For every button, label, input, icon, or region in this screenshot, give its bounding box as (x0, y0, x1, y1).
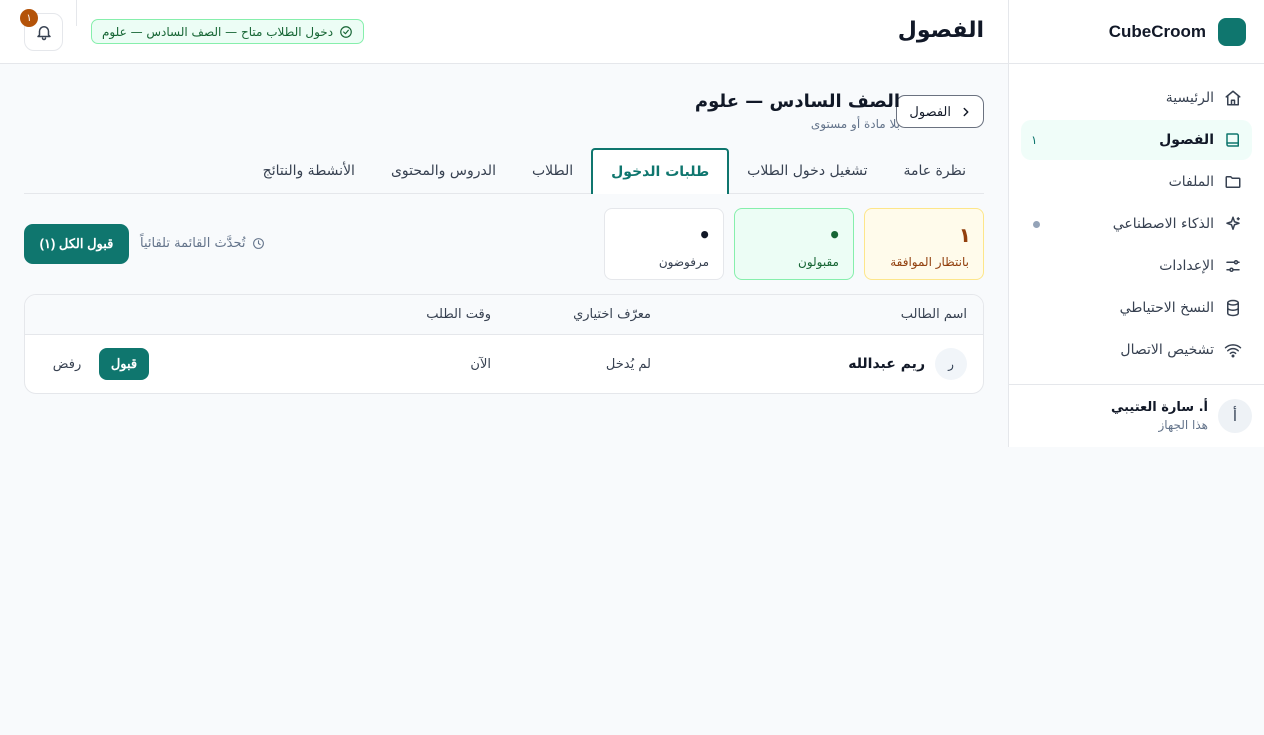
stat-card-rejected: • مرفوضون (604, 208, 724, 280)
column-header-id: معرّف اختياري (573, 307, 651, 322)
table-row: ر ريم عبدالله لم يُدخل الآن قبول رفض (25, 335, 983, 393)
sidebar-item-label: النسخ الاحتياطي (1119, 300, 1214, 316)
student-id: لم يُدخل (605, 356, 651, 372)
wifi-icon (1224, 344, 1242, 358)
stat-value: • (828, 223, 841, 247)
sidebar-item-ai[interactable]: الذكاء الاصطناعي (1021, 204, 1252, 244)
tab-overview[interactable]: نظرة عامة (885, 148, 984, 194)
user-profile[interactable]: أ أ. سارة العتيبي هذا الجهاز (1009, 384, 1264, 447)
stat-card-accepted: • مقبولون (734, 208, 854, 280)
accept-button[interactable]: قبول (99, 348, 149, 380)
sidebar-item-label: الرئيسية (1165, 90, 1214, 106)
sidebar-header: CubeCroom (1009, 0, 1264, 64)
main-content: الفصول الصف السادس — علوم بلا مادة أو مس… (0, 64, 1008, 735)
class-subtitle: بلا مادة أو مستوى (810, 117, 900, 131)
page-title: الفصول (897, 18, 984, 43)
sidebar-item-label: الذكاء الاصطناعي (1112, 216, 1214, 232)
stat-card-pending: ١ بانتظار الموافقة (864, 208, 984, 280)
sidebar-item-settings[interactable]: الإعدادات (1021, 246, 1252, 286)
sidebar-nav: الرئيسية الفصول ١ الملفات الذكاء الاصطنا… (1009, 64, 1264, 370)
sidebar-item-files[interactable]: الملفات (1021, 162, 1252, 202)
auto-refresh-note: تُحدَّث القائمة تلقائياً (140, 236, 265, 251)
brand-logo-icon (1218, 17, 1246, 46)
check-circle-icon (340, 25, 352, 38)
home-icon (1225, 90, 1241, 106)
student-name: ريم عبدالله (848, 356, 925, 372)
student-cell: ر ريم عبدالله (848, 335, 967, 393)
sidebar-item-label: الملفات (1168, 174, 1214, 190)
database-icon (1227, 299, 1239, 317)
stat-value: ١ (958, 223, 971, 247)
requests-table: اسم الطالب معرّف اختياري وقت الطلب ر ريم… (24, 294, 984, 394)
back-button[interactable]: الفصول (896, 95, 984, 128)
notifications-button[interactable]: ١ (20, 9, 63, 51)
accept-all-button[interactable]: قبول الكل (١) (24, 224, 129, 264)
sidebar-item-badge: ١ (1031, 133, 1038, 147)
bell-icon (36, 26, 51, 41)
table-header: اسم الطالب معرّف اختياري وقت الطلب (25, 295, 983, 335)
column-header-name: اسم الطالب (900, 307, 967, 322)
sparkle-icon (1226, 216, 1240, 230)
tab-students[interactable]: الطلاب (514, 148, 591, 194)
tab-join-requests[interactable]: طلبات الدخول (591, 148, 730, 194)
sidebar-item-label: الفصول (1159, 132, 1214, 148)
divider (76, 0, 77, 26)
request-time: الآن (470, 356, 491, 372)
sidebar-item-label: الإعدادات (1159, 258, 1214, 274)
user-info: أ. سارة العتيبي هذا الجهاز (1111, 400, 1208, 432)
tab-student-login[interactable]: تشغيل دخول الطلاب (729, 148, 885, 194)
folder-icon (1225, 176, 1241, 188)
refresh-text: تُحدَّث القائمة تلقائياً (140, 236, 246, 251)
clock-icon (252, 238, 264, 249)
status-text: دخول الطلاب متاح — الصف السادس — علوم (102, 24, 334, 39)
chevron-right-icon (963, 107, 969, 116)
class-title: الصف السادس — علوم (694, 91, 900, 112)
tab-bar: نظرة عامة تشغيل دخول الطلاب طلبات الدخول… (24, 148, 984, 194)
column-header-time: وقت الطلب (426, 307, 491, 322)
book-icon (1226, 133, 1239, 147)
avatar: ر (935, 348, 967, 380)
user-name: أ. سارة العتيبي (1110, 400, 1208, 415)
reject-button[interactable]: رفض (41, 348, 93, 380)
tab-activities[interactable]: الأنشطة والنتائج (245, 148, 373, 194)
stat-label: مقبولون (798, 255, 839, 269)
sidebar-item-connection[interactable]: تشخيص الاتصال (1021, 330, 1252, 370)
back-label: الفصول (909, 103, 951, 119)
stat-label: مرفوضون (658, 255, 709, 269)
sidebar-item-classes[interactable]: الفصول ١ (1021, 120, 1252, 160)
notification-count: ١ (20, 9, 38, 27)
sliders-icon (1226, 260, 1240, 272)
user-device: هذا الجهاز (1158, 418, 1209, 432)
stat-label: بانتظار الموافقة (890, 255, 969, 269)
stats-cards: ١ بانتظار الموافقة • مقبولون • مرفوضون (604, 208, 984, 280)
tab-lessons[interactable]: الدروس والمحتوى (373, 148, 514, 194)
top-bar: الفصول دخول الطلاب متاح — الصف السادس — … (0, 0, 1008, 64)
status-dot (1033, 220, 1040, 228)
avatar: أ (1218, 399, 1252, 433)
sidebar: CubeCroom الرئيسية الفصول ١ الملفات الذك… (1008, 0, 1264, 447)
status-badge: دخول الطلاب متاح — الصف السادس — علوم (91, 19, 365, 44)
stat-value: • (698, 223, 711, 247)
sidebar-item-backup[interactable]: النسخ الاحتياطي (1021, 288, 1252, 328)
sidebar-item-label: تشخيص الاتصال (1120, 342, 1214, 358)
brand-name: CubeCroom (1108, 21, 1206, 41)
sidebar-item-home[interactable]: الرئيسية (1021, 78, 1252, 118)
